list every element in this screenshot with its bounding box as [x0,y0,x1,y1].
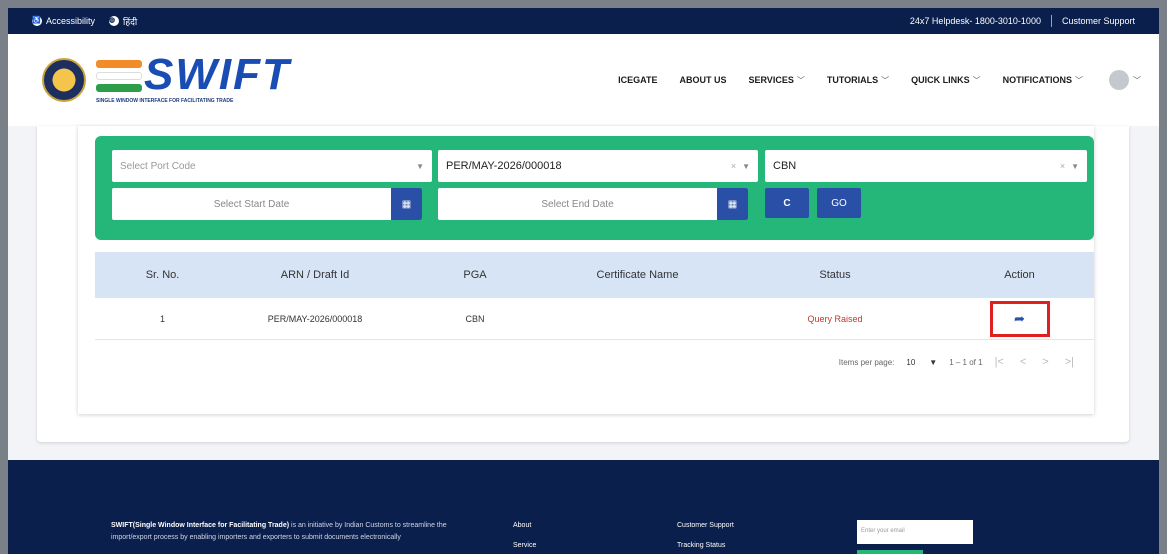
swift-logo[interactable]: SWIFT SINGLE WINDOW INTERFACE FOR FACILI… [96,50,356,110]
col-pga: PGA [463,269,487,281]
col-action: Action [1004,269,1035,281]
chevron-down-icon: ﹀ [1075,75,1083,85]
language-link[interactable]: ◍ हिंदी [109,15,137,28]
footer-description: SWIFT(Single Window Interface for Facili… [111,522,447,541]
accessibility-icon: ♿ [32,16,42,26]
globe-icon: ◍ [109,16,120,26]
accessibility-link[interactable]: ♿ Accessibility [32,16,95,26]
app-frame: ♿ Accessibility ◍ हिंदी 24x7 Helpdesk- 180… [8,8,1159,554]
footer-link-tracking-status[interactable]: Tracking Status [677,536,734,554]
cell-action: ➦ [945,300,1094,337]
caret-down-icon: ▼ [1071,161,1079,171]
items-per-page-label: Items per page: [838,357,895,367]
helpdesk-text: 24x7 Helpdesk- 1800-3010-1000 [909,16,1041,26]
caret-down-icon: ▼ [416,161,424,171]
clear-icon[interactable]: × [1060,161,1065,171]
newsletter-email-input[interactable]: Enter your email [857,520,973,544]
clear-icon[interactable]: × [731,161,736,171]
end-date-picker[interactable]: Select End Date ▦ [438,188,748,220]
user-menu[interactable]: ﹀ [1109,70,1141,90]
next-page-icon[interactable]: > [1042,356,1048,368]
logo-subtitle: SINGLE WINDOW INTERFACE FOR FACILITATING… [96,98,234,104]
reply-arrow-icon: ➦ [1014,310,1025,326]
footer-link-about[interactable]: About [513,516,536,536]
main-content: Select Port Code ▼ PER/MAY-2026/000018 ×… [37,126,1129,442]
caret-down-icon: ▼ [742,161,750,171]
page-range: 1 – 1 of 1 [949,357,983,367]
nav-notifications[interactable]: NOTIFICATIONS ﹀ [1003,75,1083,86]
flag-stripes-icon [96,60,142,96]
nav-tutorials[interactable]: TUTORIALS ﹀ [827,75,889,86]
footer-link-service[interactable]: Service [513,536,536,554]
chevron-down-icon: ﹀ [796,75,805,85]
logo-text: SWIFT [144,50,291,99]
calendar-icon[interactable]: ▦ [717,188,748,220]
results-table: Sr. No. ARN / Draft Id PGA Certificate N… [95,252,1094,340]
calendar-icon[interactable]: ▦ [391,188,422,220]
chevron-down-icon: ﹀ [1133,75,1141,85]
table-row: 1 PER/MAY-2026/000018 CBN Query Raised ➦ [95,298,1094,340]
first-page-icon[interactable]: |< [995,356,1004,368]
cbic-emblem-icon [42,58,86,102]
divider [1050,15,1052,27]
subscribe-button[interactable] [857,550,923,554]
footer-col-2: Customer Support Tracking Status [677,516,734,554]
col-sr-no: Sr. No. [145,269,180,281]
status-badge: Query Raised [807,313,863,324]
table-header: Sr. No. ARN / Draft Id PGA Certificate N… [95,252,1094,298]
prev-page-icon[interactable]: < [1020,356,1026,368]
col-certificate: Certificate Name [596,269,679,281]
refresh-button[interactable]: C [765,188,809,218]
nav-quick-links[interactable]: QUICK LINKS ﹀ [911,75,981,86]
cell-pga: CBN [465,313,485,324]
chevron-down-icon: ﹀ [881,75,890,85]
top-bar: ♿ Accessibility ◍ हिंदी 24x7 Helpdesk- 180… [8,8,1159,34]
customer-support-link[interactable]: Customer Support [1062,16,1135,26]
avatar-icon [1109,70,1129,90]
items-per-page-select[interactable]: 10 ▼ [906,358,937,367]
col-status: Status [819,269,851,281]
site-header: SWIFT SINGLE WINDOW INTERFACE FOR FACILI… [8,34,1159,126]
nav-icegate[interactable]: ICEGATE [618,75,657,85]
nav-about-us[interactable]: ABOUT US [679,75,726,85]
col-arn: ARN / Draft Id [280,269,350,281]
go-button[interactable]: GO [817,188,861,218]
results-card: Select Port Code ▼ PER/MAY-2026/000018 ×… [78,126,1094,414]
last-page-icon[interactable]: >| [1065,356,1074,368]
pga-select[interactable]: CBN × ▼ [765,150,1087,182]
port-code-select[interactable]: Select Port Code ▼ [112,150,432,182]
caret-down-icon: ▼ [929,357,938,367]
main-nav: ICEGATE ABOUT US SERVICES ﹀ TUTORIALS ﹀ QU… [618,75,1083,86]
cell-arn: PER/MAY-2026/000018 [267,313,363,324]
footer-link-customer-support[interactable]: Customer Support [677,516,734,536]
filter-panel: Select Port Code ▼ PER/MAY-2026/000018 ×… [95,136,1094,240]
cell-sr-no: 1 [159,313,165,324]
footer-col-1: About Service [513,516,536,554]
arn-select[interactable]: PER/MAY-2026/000018 × ▼ [438,150,758,182]
reply-action-button[interactable]: ➦ [989,300,1050,337]
chevron-down-icon: ﹀ [972,75,981,85]
start-date-picker[interactable]: Select Start Date ▦ [112,188,422,220]
paginator: Items per page: 10 ▼ 1 – 1 of 1 |< < > >… [839,356,1074,368]
nav-services[interactable]: SERVICES ﹀ [748,75,804,86]
site-footer: SWIFT(Single Window Interface for Facili… [8,460,1159,554]
